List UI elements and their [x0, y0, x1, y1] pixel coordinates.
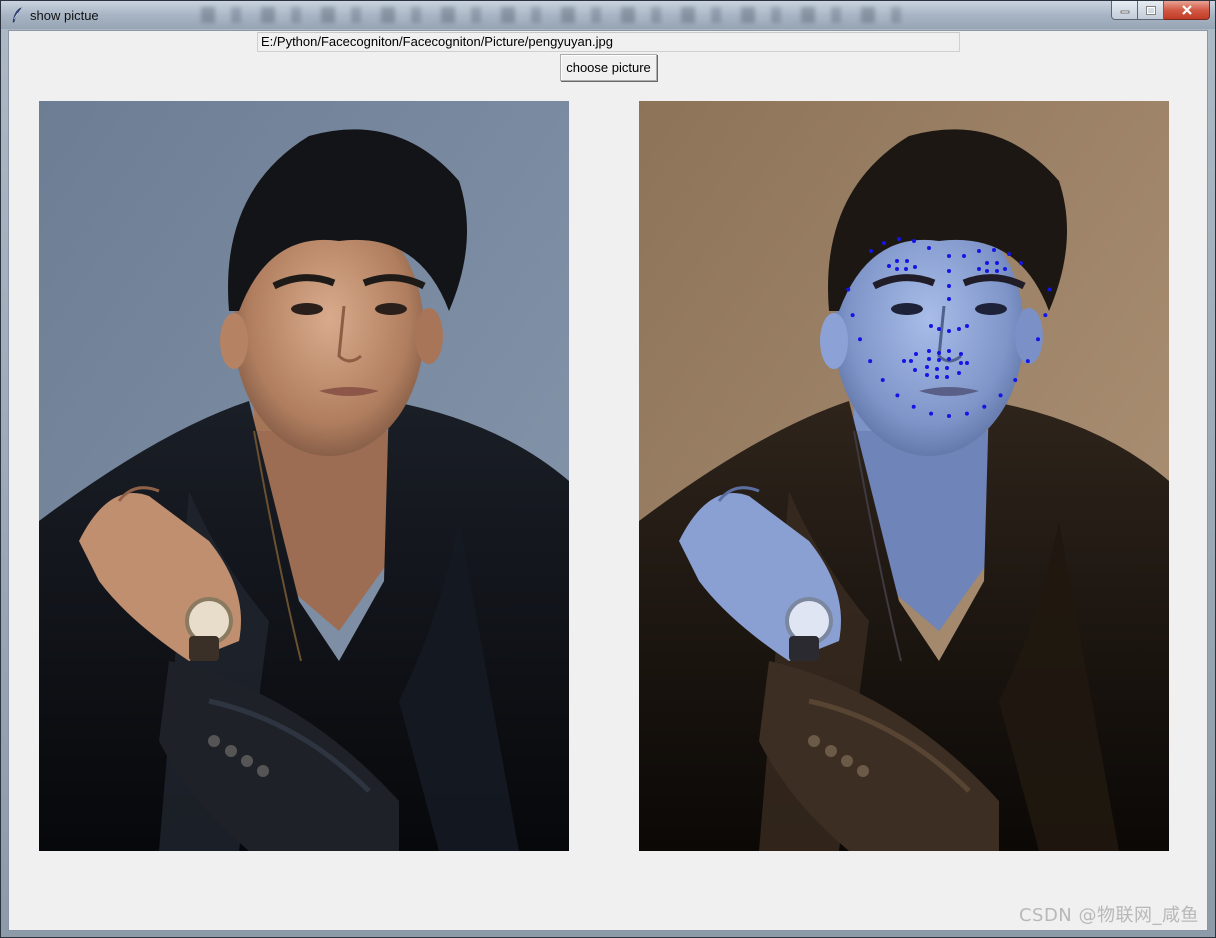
landmark-point	[913, 368, 917, 372]
landmark-point	[957, 327, 961, 331]
landmark-point	[1043, 313, 1048, 318]
landmark-point	[925, 365, 929, 369]
landmark-point	[904, 267, 908, 271]
caption-buttons	[1111, 1, 1210, 21]
close-button[interactable]	[1164, 1, 1210, 20]
landmark-point	[1003, 267, 1007, 271]
landmark-point	[947, 269, 951, 273]
landmark-point	[895, 259, 899, 263]
landmark-image	[639, 101, 1169, 851]
landmark-point	[869, 249, 873, 253]
landmark-point	[935, 367, 939, 371]
landmark-point	[929, 411, 934, 416]
landmark-point	[902, 359, 906, 363]
landmark-point	[935, 375, 939, 379]
landmark-point	[914, 352, 918, 356]
landmark-point	[977, 249, 981, 253]
landmark-point	[945, 375, 949, 379]
landmark-point	[1047, 287, 1052, 292]
client-area: E:/Python/Facecogniton/Facecogniton/Pict…	[8, 30, 1208, 931]
original-image	[39, 101, 569, 851]
landmark-point	[959, 352, 963, 356]
app-window: show pictue E:/Python/Facecogniton/Facec…	[0, 0, 1216, 938]
landmark-point	[947, 349, 951, 353]
maximize-button[interactable]	[1138, 1, 1164, 20]
landmark-point	[897, 237, 901, 241]
landmark-point	[959, 361, 963, 365]
landmark-point	[1025, 359, 1030, 364]
title-bar-background	[201, 7, 901, 23]
landmark-point	[858, 337, 863, 342]
landmark-point	[995, 261, 999, 265]
landmark-point	[911, 404, 916, 409]
landmark-point	[947, 329, 951, 333]
landmark-point	[947, 284, 951, 288]
landmark-point	[947, 297, 951, 301]
landmark-point	[962, 254, 966, 258]
landmark-point	[947, 357, 951, 361]
landmark-point	[895, 267, 899, 271]
landmark-point	[937, 327, 941, 331]
landmark-point	[1019, 261, 1023, 265]
landmark-point	[1007, 252, 1011, 256]
landmark-point	[912, 239, 916, 243]
landmark-point	[927, 246, 931, 250]
landmark-point	[850, 313, 855, 318]
landmark-point	[909, 359, 913, 363]
landmark-portrait	[639, 101, 1169, 851]
landmark-point	[985, 269, 989, 273]
landmark-point	[947, 254, 951, 258]
original-portrait	[39, 101, 569, 851]
landmark-point	[846, 287, 851, 292]
choose-picture-button[interactable]: choose picture	[560, 54, 657, 81]
landmark-point	[905, 259, 909, 263]
landmark-point	[1035, 337, 1040, 342]
feather-icon	[12, 7, 22, 23]
choose-picture-label: choose picture	[566, 60, 651, 75]
landmark-point	[927, 357, 931, 361]
landmark-point	[998, 393, 1003, 398]
close-icon	[1181, 5, 1192, 15]
landmark-point	[985, 261, 989, 265]
landmark-point	[965, 324, 969, 328]
landmark-point	[945, 366, 949, 370]
path-entry[interactable]: E:/Python/Facecogniton/Facecogniton/Pict…	[257, 32, 960, 52]
landmark-point	[882, 241, 886, 245]
landmark-point	[964, 411, 969, 416]
landmark-point	[957, 371, 961, 375]
landmark-point	[947, 414, 951, 418]
maximize-icon	[1145, 5, 1156, 15]
title-bar[interactable]: show pictue	[1, 1, 1215, 29]
landmark-point	[1013, 378, 1018, 383]
landmark-point	[880, 378, 885, 383]
landmark-point	[965, 361, 969, 365]
watermark: CSDN @物联网_咸鱼	[1018, 905, 1199, 926]
landmark-point	[977, 267, 981, 271]
landmark-point	[992, 248, 996, 252]
landmark-point	[927, 349, 931, 353]
minimize-icon	[1120, 10, 1129, 14]
landmark-point	[937, 358, 941, 362]
landmark-point	[887, 264, 891, 268]
landmark-point	[982, 404, 987, 409]
window-title: show pictue	[30, 8, 99, 23]
landmark-point	[937, 351, 941, 355]
landmark-point	[995, 269, 999, 273]
landmark-point	[913, 265, 917, 269]
landmark-point	[929, 324, 933, 328]
landmark-point	[868, 359, 873, 364]
landmark-point	[925, 373, 929, 377]
landmark-point	[895, 393, 900, 398]
minimize-button[interactable]	[1111, 1, 1138, 20]
